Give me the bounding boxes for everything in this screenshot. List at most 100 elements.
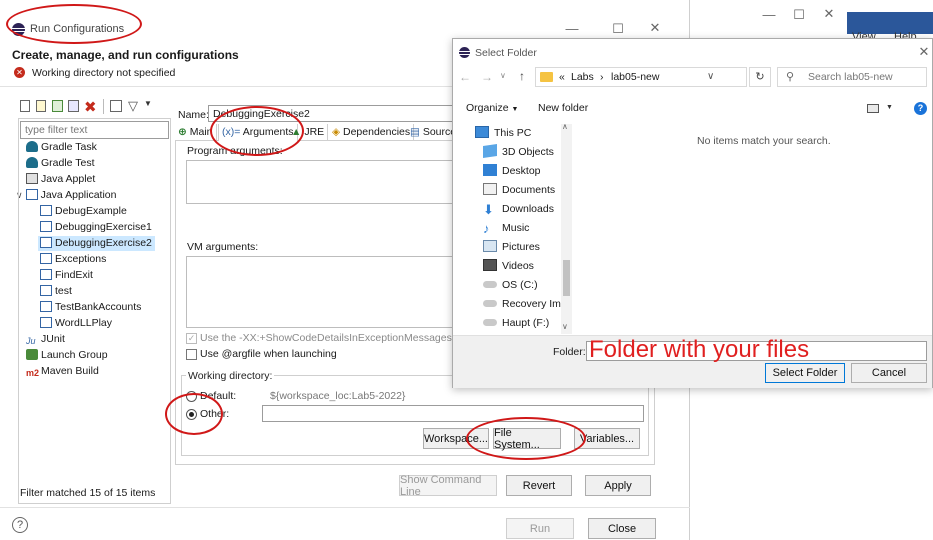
chevron-down-icon[interactable]: ▼ bbox=[144, 99, 152, 108]
program-args-textarea[interactable] bbox=[186, 160, 456, 204]
tree-item-debugexample[interactable]: DebugExample bbox=[40, 204, 127, 219]
tree-item-maven-build[interactable]: m2 Maven Build bbox=[26, 364, 99, 379]
apply-button[interactable]: Apply bbox=[585, 475, 651, 496]
export-icon[interactable] bbox=[52, 100, 63, 112]
search-placeholder: Search lab05-new bbox=[808, 71, 893, 83]
use-argfile-label: Use @argfile when launching bbox=[200, 348, 337, 360]
config-toolbar: ✖ ▽ ▼ bbox=[20, 98, 170, 116]
nav-item-videos[interactable]: Videos bbox=[483, 257, 534, 276]
tree-item-junit[interactable]: Ju JUnit bbox=[26, 332, 65, 347]
java-app-icon bbox=[25, 189, 38, 200]
folder-value: Folder with your files bbox=[589, 336, 810, 363]
tab-bar: ⊕ Main (x)= Arguments ▲ JRE ◈ Dependenci… bbox=[175, 124, 456, 141]
delete-icon[interactable]: ✖ bbox=[84, 98, 97, 116]
address-bar[interactable]: « Labs › lab05-new ∨ bbox=[535, 67, 747, 87]
vm-args-textarea[interactable] bbox=[186, 256, 456, 328]
tree-item-exceptions[interactable]: Exceptions bbox=[40, 252, 106, 267]
workspace-button[interactable]: Workspace... bbox=[423, 428, 489, 449]
search-box[interactable]: ⚲ Search lab05-new bbox=[777, 67, 927, 87]
tree-item-debuggingexercise1[interactable]: DebuggingExercise1 bbox=[40, 220, 152, 235]
collapse-all-icon[interactable] bbox=[110, 100, 122, 112]
nav-item-documents[interactable]: Documents bbox=[483, 181, 555, 200]
nav-item-haupt-f[interactable]: Haupt (F:) bbox=[483, 314, 549, 333]
show-code-details-checkbox[interactable]: ✓ bbox=[186, 333, 197, 344]
cancel-button[interactable]: Cancel bbox=[851, 363, 927, 383]
use-argfile-checkbox[interactable] bbox=[186, 349, 197, 360]
tree-item-launch-group[interactable]: Launch Group bbox=[26, 348, 108, 363]
show-command-line-button[interactable]: Show Command Line bbox=[399, 474, 497, 498]
other-radio[interactable] bbox=[186, 409, 197, 420]
help-icon[interactable]: ? bbox=[12, 517, 28, 533]
new-folder-button[interactable]: New folder bbox=[538, 102, 588, 114]
scroll-down-icon[interactable]: ∨ bbox=[562, 322, 568, 331]
minimize-icon[interactable]: — bbox=[565, 22, 579, 36]
default-radio[interactable] bbox=[186, 391, 197, 402]
recent-chevron-icon[interactable]: ∨ bbox=[500, 71, 506, 80]
nav-item-3d-objects[interactable]: 3D Objects bbox=[483, 143, 554, 162]
close-icon[interactable]: ✕ bbox=[648, 21, 662, 35]
other-label: Other: bbox=[200, 408, 230, 420]
bg-close-icon[interactable]: ✕ bbox=[822, 7, 836, 21]
filter-icon[interactable]: ▽ bbox=[128, 98, 138, 114]
tree-item-test[interactable]: test bbox=[40, 284, 72, 299]
tree-item-gradle-test[interactable]: Gradle Test bbox=[26, 156, 95, 171]
java-app-icon bbox=[40, 317, 52, 328]
refresh-icon[interactable]: ↻ bbox=[749, 67, 771, 87]
run-button[interactable]: Run bbox=[506, 518, 574, 539]
tab-jre[interactable]: ▲ JRE bbox=[288, 124, 329, 141]
tree-item-debuggingexercise2[interactable]: DebuggingExercise2 bbox=[38, 236, 155, 251]
nav-item-music[interactable]: ♪ Music bbox=[483, 219, 529, 238]
close-button[interactable]: Close bbox=[588, 518, 656, 539]
chevron-down-icon[interactable]: ∨ bbox=[16, 190, 23, 200]
filter-input[interactable]: type filter text bbox=[20, 121, 169, 139]
eclipse-logo-icon bbox=[12, 23, 25, 36]
nav-item-os-c[interactable]: OS (C:) bbox=[483, 276, 538, 295]
folder-input[interactable]: Folder with your files bbox=[586, 336, 927, 363]
revert-button[interactable]: Revert bbox=[506, 475, 572, 496]
help-icon[interactable]: ? bbox=[914, 102, 927, 115]
scroll-up-icon[interactable]: ∧ bbox=[562, 122, 568, 131]
maximize-icon[interactable]: ☐ bbox=[611, 22, 625, 36]
view-options-icon[interactable] bbox=[867, 104, 879, 113]
cube-icon bbox=[483, 144, 497, 158]
vm-args-label: VM arguments: bbox=[187, 241, 259, 253]
nav-item-desktop[interactable]: Desktop bbox=[483, 162, 541, 181]
nav-item-this-pc[interactable]: This PC bbox=[475, 124, 531, 143]
variables-button[interactable]: Variables... bbox=[574, 428, 640, 449]
bg-maximize-icon[interactable]: ☐ bbox=[792, 8, 806, 22]
breadcrumb-lab05-new[interactable]: lab05-new bbox=[611, 71, 659, 83]
duplicate-icon[interactable] bbox=[68, 100, 79, 112]
name-field[interactable]: DebuggingExercise2 bbox=[208, 105, 453, 122]
tree-item-findexit[interactable]: FindExit bbox=[40, 268, 93, 283]
tree-item-gradle-task[interactable]: Gradle Task bbox=[26, 140, 97, 155]
breadcrumb-labs[interactable]: Labs bbox=[571, 71, 594, 83]
scroll-thumb[interactable] bbox=[563, 260, 570, 296]
view-chevron-icon[interactable]: ▼ bbox=[886, 104, 893, 111]
nav-item-downloads[interactable]: ⬇ Downloads bbox=[483, 200, 554, 219]
new-prototype-icon[interactable] bbox=[36, 100, 46, 112]
tree-item-wordllplay[interactable]: WordLLPlay bbox=[40, 316, 112, 331]
organize-button[interactable]: Organize ▼ bbox=[466, 102, 518, 114]
up-arrow-icon[interactable]: ↑ bbox=[519, 69, 525, 83]
name-label: Name: bbox=[178, 109, 209, 121]
tree-item-testbankaccounts[interactable]: TestBankAccounts bbox=[40, 300, 141, 315]
nav-scrollbar[interactable]: ∧ ∨ bbox=[561, 122, 572, 334]
show-code-details-label: Use the -XX:+ShowCodeDetailsInExceptionM… bbox=[200, 332, 491, 344]
tab-main[interactable]: ⊕ Main bbox=[175, 124, 217, 141]
dialog-logo-icon bbox=[459, 47, 470, 58]
other-path-input[interactable] bbox=[262, 405, 644, 422]
tab-dependencies[interactable]: ◈ Dependencies bbox=[329, 124, 415, 141]
tab-arguments[interactable]: (x)= Arguments bbox=[218, 124, 298, 141]
address-chevron-icon[interactable]: ∨ bbox=[707, 71, 714, 82]
back-arrow-icon[interactable]: ← bbox=[459, 70, 471, 84]
tree-item-java-application[interactable]: ∨ Java Application bbox=[16, 188, 116, 203]
dialog-close-icon[interactable]: ✕ bbox=[917, 45, 931, 59]
file-system-button[interactable]: File System... bbox=[493, 427, 561, 451]
nav-item-pictures[interactable]: Pictures bbox=[483, 238, 540, 257]
select-folder-button[interactable]: Select Folder bbox=[765, 363, 845, 383]
new-config-icon[interactable] bbox=[20, 100, 30, 112]
bg-minimize-icon[interactable]: — bbox=[762, 8, 776, 22]
tree-item-java-applet[interactable]: Java Applet bbox=[26, 172, 95, 187]
forward-arrow-icon[interactable]: → bbox=[481, 70, 493, 84]
nav-item-recovery[interactable]: Recovery Imag bbox=[483, 295, 573, 314]
